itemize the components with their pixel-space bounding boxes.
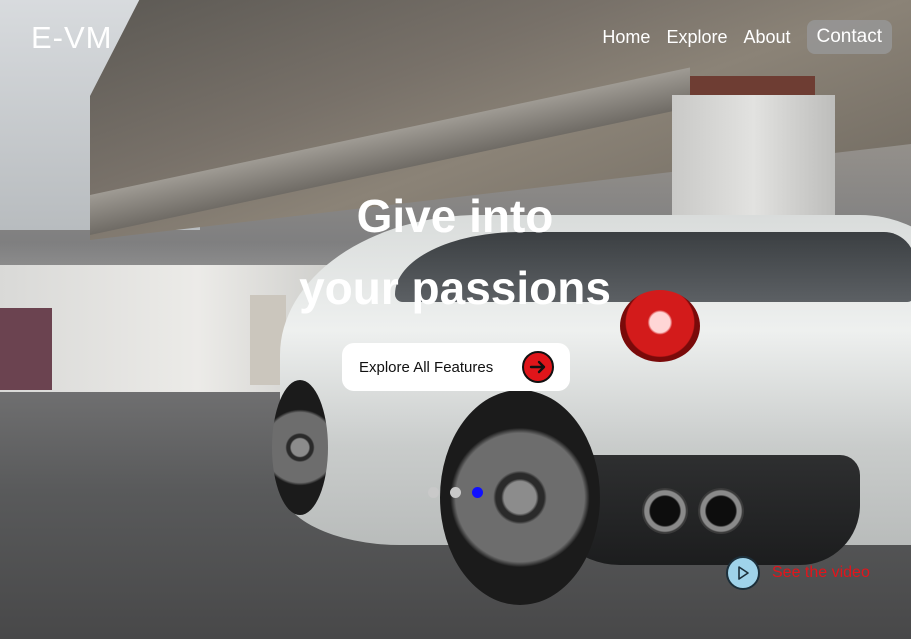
garage-door xyxy=(0,308,52,390)
car-front-wheel xyxy=(272,380,328,515)
see-video-label: See the video xyxy=(772,564,870,581)
nav-link-explore[interactable]: Explore xyxy=(666,27,727,48)
contact-button[interactable]: Contact xyxy=(806,20,892,54)
exhaust-pipe-right xyxy=(698,488,744,534)
explore-features-label: Explore All Features xyxy=(359,358,494,376)
explore-features-button[interactable]: Explore All Features xyxy=(342,343,570,391)
headline-line-1: Give into xyxy=(356,190,554,242)
play-icon[interactable] xyxy=(726,556,760,590)
play-icon-glyph xyxy=(738,566,749,580)
headline-line-2: your passions xyxy=(299,262,611,314)
arrow-right-icon-glyph xyxy=(529,360,546,374)
hero-headline: Give into your passions xyxy=(250,180,660,324)
see-video-link[interactable]: See the video xyxy=(726,556,870,590)
nav-link-home[interactable]: Home xyxy=(602,27,650,48)
slide-dot-2[interactable] xyxy=(450,487,461,498)
brand-logo[interactable]: E-VM xyxy=(31,20,113,56)
exhaust-pipe-left xyxy=(642,488,688,534)
slide-dot-1[interactable] xyxy=(428,487,439,498)
slide-dot-3-active[interactable] xyxy=(472,487,483,498)
arrow-right-icon xyxy=(522,351,554,383)
nav-link-about[interactable]: About xyxy=(743,27,790,48)
top-nav: Home Explore About Contact xyxy=(586,20,892,54)
concrete-pillar xyxy=(672,95,835,230)
slide-indicators xyxy=(428,487,494,498)
hero-section: E-VM Home Explore About Contact Give int… xyxy=(0,0,911,639)
